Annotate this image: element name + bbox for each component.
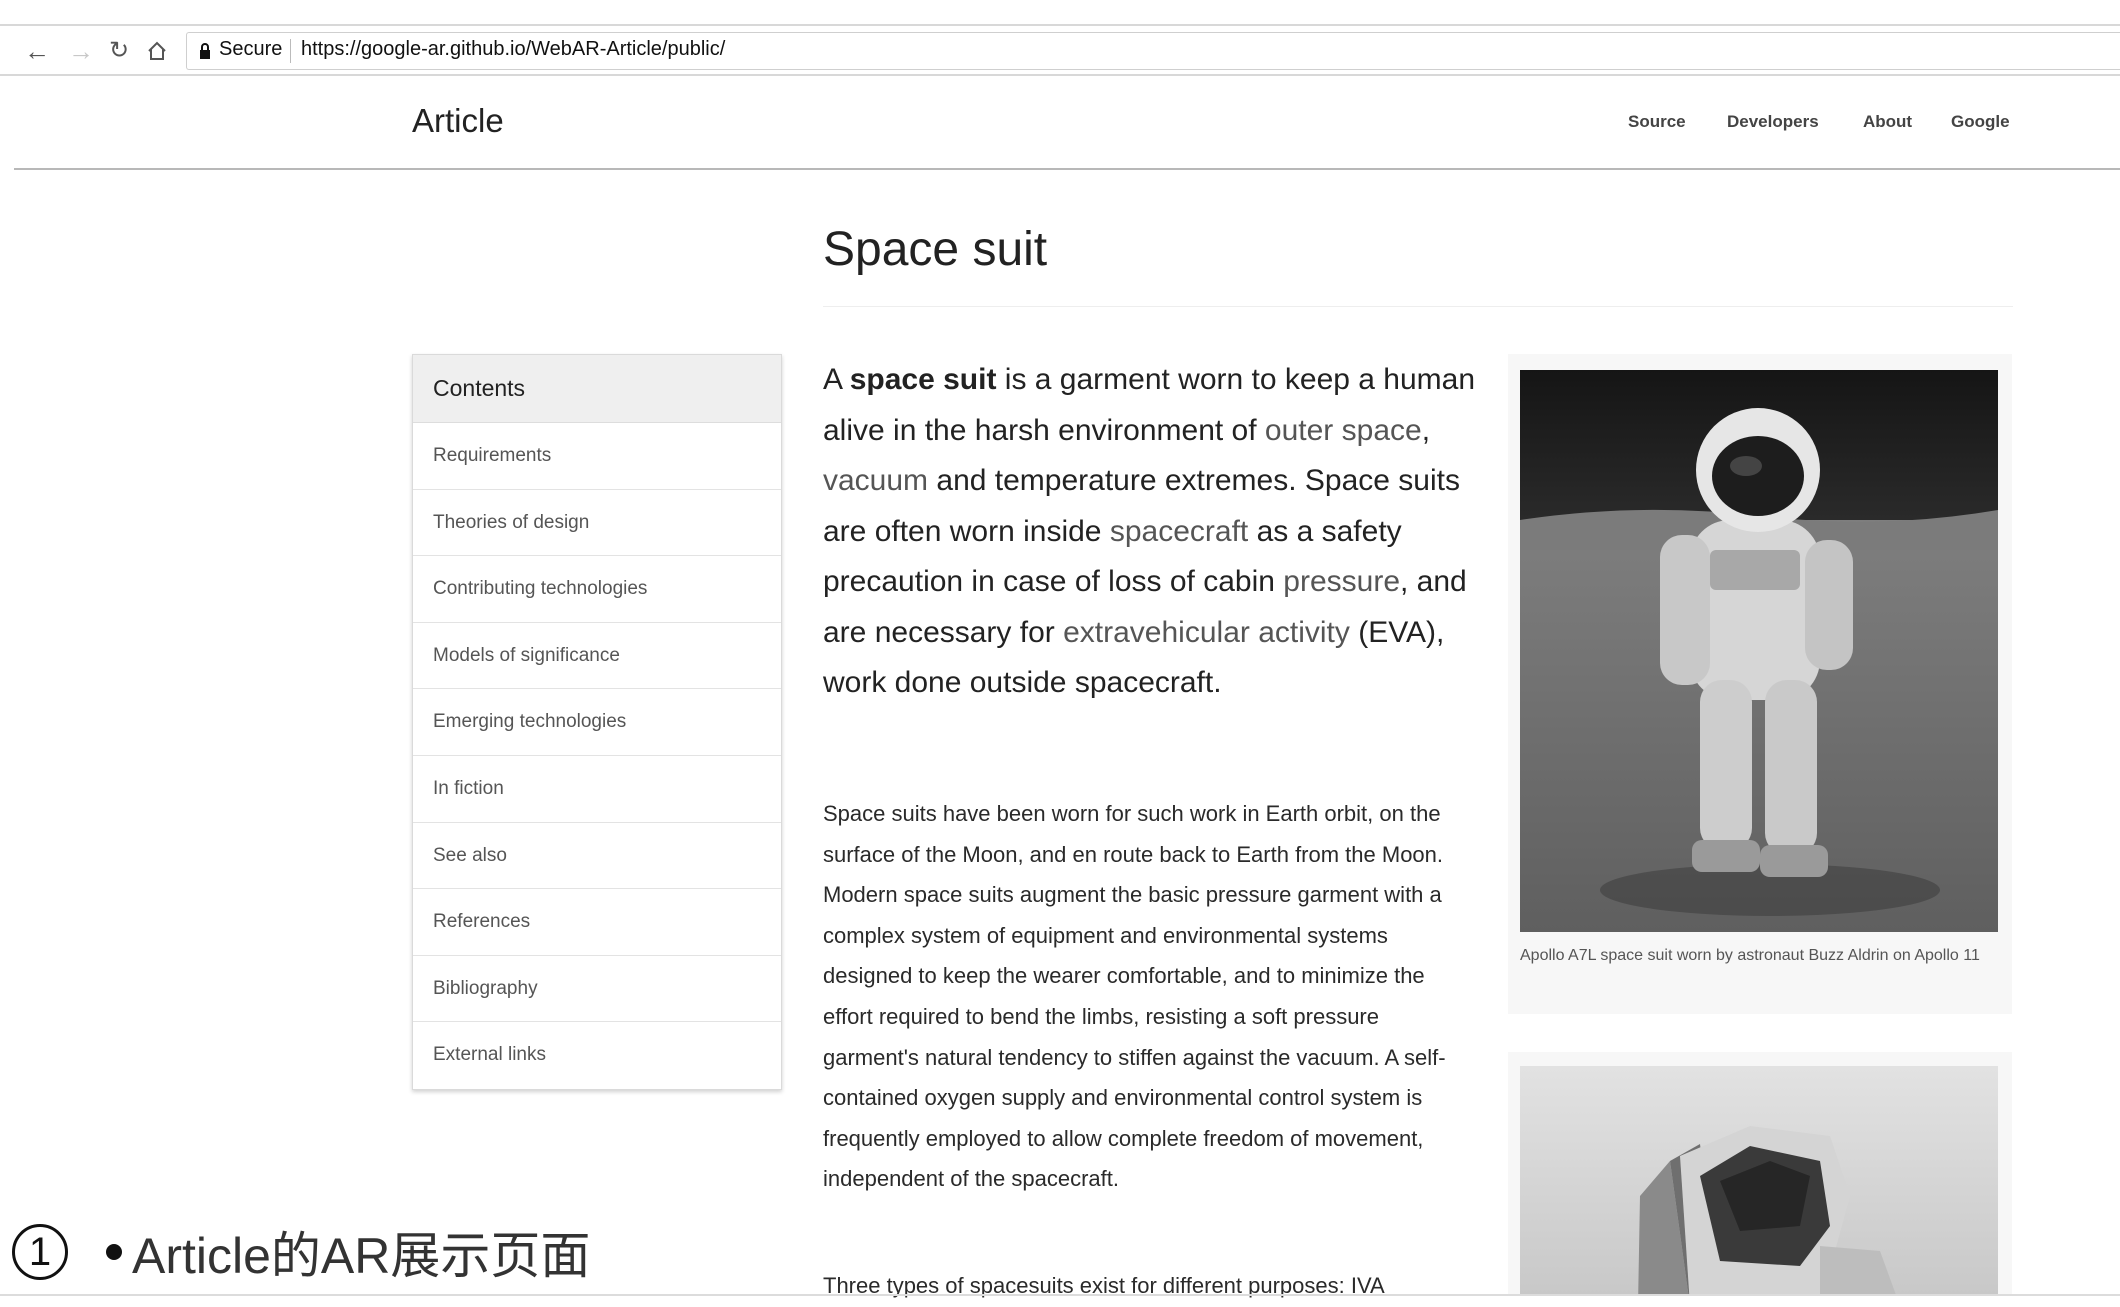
site-header: Article Source Developers About Google xyxy=(14,78,2120,170)
toc-item-in-fiction[interactable]: In fiction xyxy=(413,756,781,823)
link-pressure[interactable]: pressure xyxy=(1283,565,1400,598)
toc-item-emerging-technologies[interactable]: Emerging technologies xyxy=(413,689,781,756)
title-divider xyxy=(823,306,2013,307)
address-bar[interactable]: Secure https://google-ar.github.io/WebAR… xyxy=(186,32,2120,70)
astronaut-3d-model[interactable] xyxy=(1520,1066,1998,1294)
nav-link-source[interactable]: Source xyxy=(1628,112,1686,132)
nav-link-developers[interactable]: Developers xyxy=(1727,112,1819,132)
figure-astronaut-photo: Apollo A7L space suit worn by astronaut … xyxy=(1508,354,2012,1014)
toc-item-models-of-significance[interactable]: Models of significance xyxy=(413,623,781,690)
table-of-contents: Contents Requirements Theories of design… xyxy=(412,354,782,1090)
back-arrow-icon[interactable]: ← xyxy=(22,36,52,66)
body-paragraph-1: Space suits have been worn for such work… xyxy=(823,801,1446,1192)
site-brand[interactable]: Article xyxy=(412,102,504,140)
bullet-dot xyxy=(106,1244,122,1260)
nav-link-google[interactable]: Google xyxy=(1951,112,2010,132)
figure-caption: Apollo A7L space suit worn by astronaut … xyxy=(1520,947,1980,964)
page-title: Space suit xyxy=(823,223,1048,276)
lock-icon xyxy=(200,43,210,59)
link-vacuum[interactable]: vacuum xyxy=(823,464,928,497)
url-text[interactable]: https://google-ar.github.io/WebAR-Articl… xyxy=(301,38,725,61)
toc-item-bibliography[interactable]: Bibliography xyxy=(413,956,781,1023)
contents-heading: Contents xyxy=(413,355,781,423)
bottom-divider xyxy=(0,1294,2120,1296)
url-divider xyxy=(290,39,291,63)
lead-paragraph: A space suit is a garment worn to keep a… xyxy=(823,355,1483,709)
link-extravehicular-activity[interactable]: extravehicular activity xyxy=(1063,616,1350,649)
toc-item-requirements[interactable]: Requirements xyxy=(413,423,781,490)
lead-text: , xyxy=(1421,413,1431,447)
toc-item-see-also[interactable]: See also xyxy=(413,823,781,890)
toc-item-contributing-technologies[interactable]: Contributing technologies xyxy=(413,556,781,623)
lead-text: A xyxy=(823,363,850,396)
browser-toolbar: ← → ↻ Secure https://google-ar.github.io… xyxy=(0,24,2120,76)
link-outer-space[interactable]: outer space xyxy=(1265,414,1422,447)
toc-item-external-links[interactable]: External links xyxy=(413,1022,781,1089)
astronaut-photo[interactable] xyxy=(1520,370,1998,932)
link-spacecraft[interactable]: spacecraft xyxy=(1110,515,1248,548)
toc-item-references[interactable]: References xyxy=(413,889,781,956)
slide-annotation: 1 Article的AR展示页面 xyxy=(12,1216,591,1288)
reload-icon[interactable]: ↻ xyxy=(104,36,134,66)
secure-label: Secure xyxy=(219,38,283,60)
lead-bold-term: space suit xyxy=(849,363,997,396)
nav-link-about[interactable]: About xyxy=(1863,112,1912,132)
annotation-text: Article的AR展示页面 xyxy=(132,1216,591,1288)
annotation-number: 1 xyxy=(12,1224,68,1280)
home-icon[interactable] xyxy=(142,36,172,66)
forward-arrow-icon[interactable]: → xyxy=(66,36,96,66)
toc-item-theories-of-design[interactable]: Theories of design xyxy=(413,490,781,557)
figure-ar-model xyxy=(1508,1052,2012,1294)
